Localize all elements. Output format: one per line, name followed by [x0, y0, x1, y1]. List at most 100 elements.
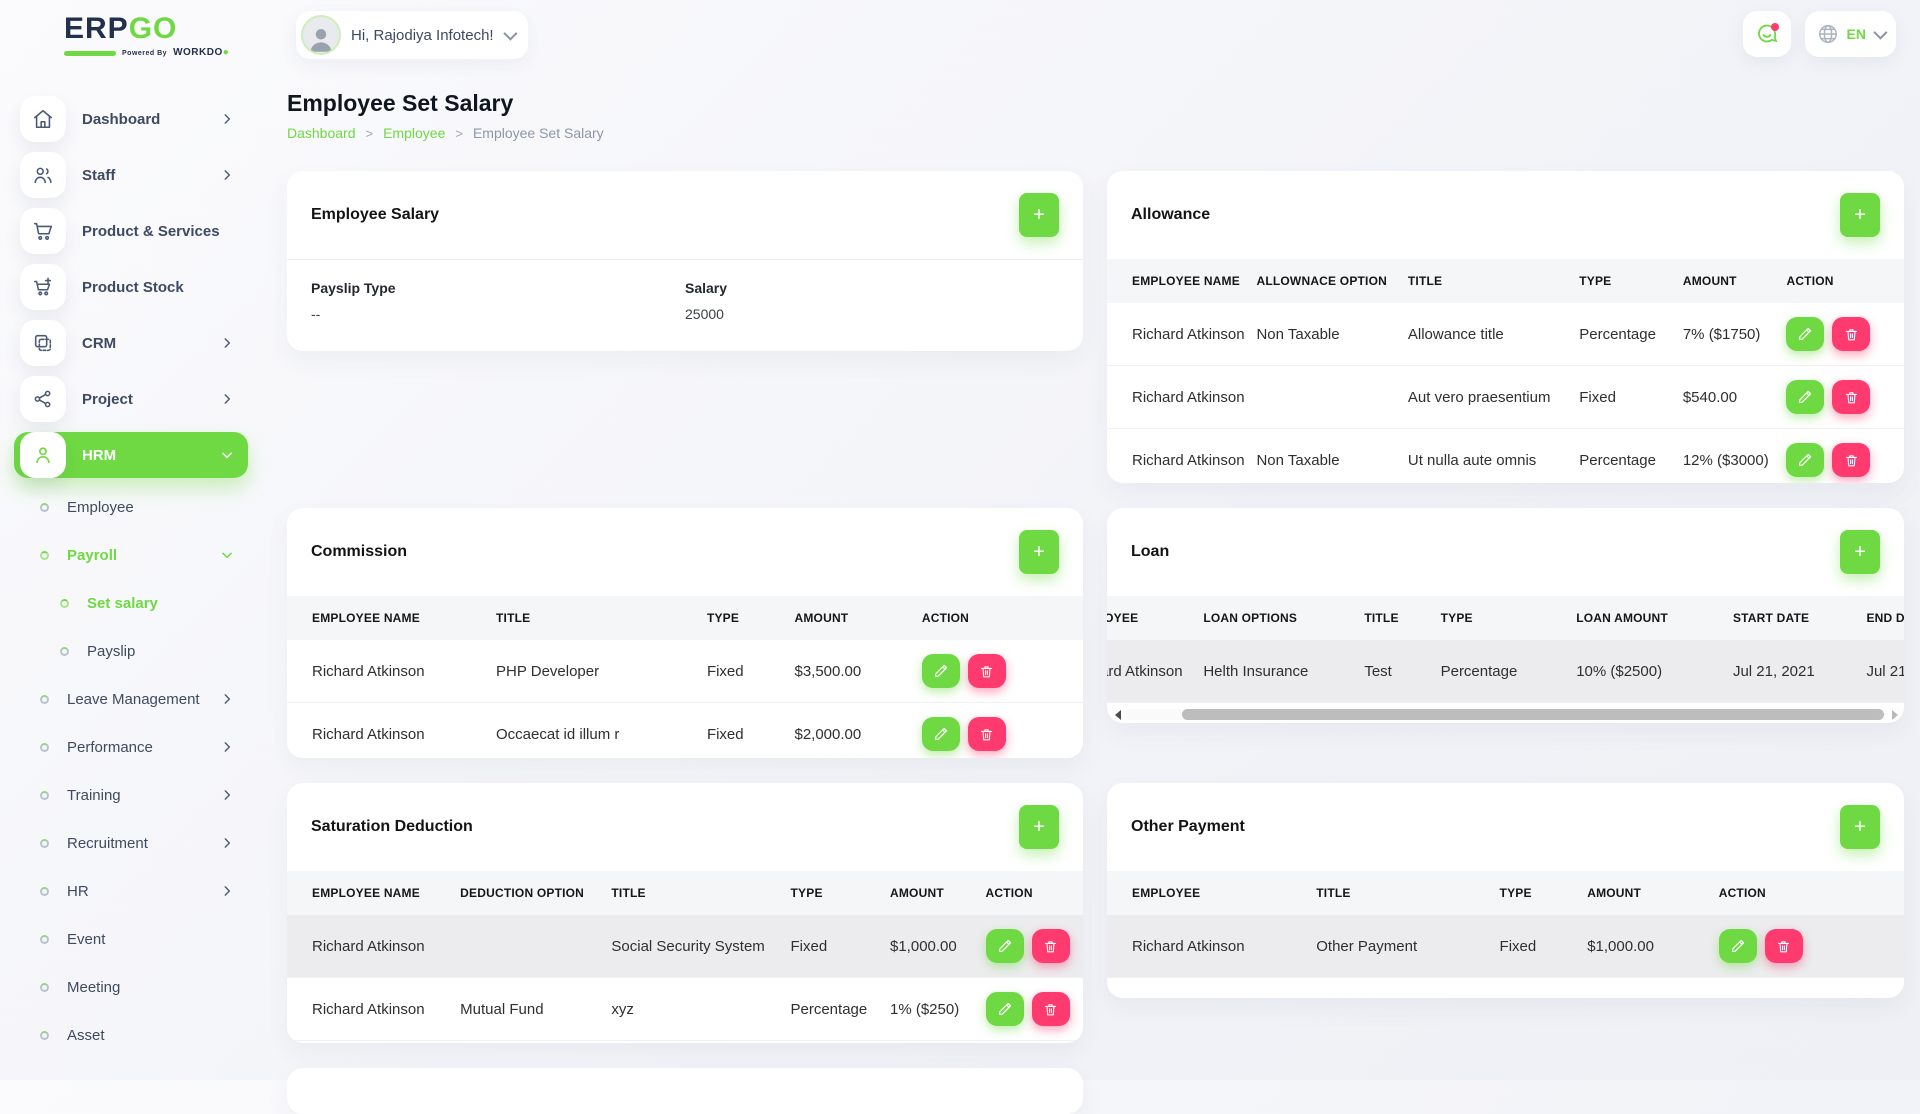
column-header-amount: AMOUNT	[1577, 871, 1709, 915]
salary-label: Salary	[685, 280, 1059, 296]
sidebar-item-product-services[interactable]: Product & Services	[14, 208, 248, 254]
chevron-right-icon	[220, 692, 234, 706]
delete-row-button[interactable]	[968, 717, 1006, 751]
edit-row-button[interactable]	[1786, 380, 1824, 414]
delete-row-button[interactable]	[1032, 929, 1070, 963]
sidebar-item-label: Event	[67, 931, 105, 948]
sidebar-item-event[interactable]: Event	[14, 920, 248, 958]
logo-workdo: WORKDO●	[173, 48, 229, 58]
user-menu[interactable]: Hi, Rajodiya Infotech!	[296, 11, 528, 59]
edit-row-button[interactable]	[986, 992, 1024, 1026]
sidebar-item-performance[interactable]: Performance	[14, 728, 248, 766]
page-title: Employee Set Salary	[287, 90, 1904, 117]
sidebar-item-product-stock[interactable]: Product Stock	[14, 264, 248, 310]
column-header-loan-options: LOAN OPTIONS	[1193, 596, 1354, 640]
scrollbar-thumb[interactable]	[1182, 709, 1884, 720]
table-cell: Social Security System	[601, 915, 780, 978]
edit-row-button[interactable]	[1786, 443, 1824, 477]
edit-row-button[interactable]	[922, 654, 960, 688]
breadcrumb-link-dashboard[interactable]: Dashboard	[287, 125, 356, 141]
table-cell	[450, 915, 601, 978]
column-header-action: ACTION	[1709, 871, 1904, 915]
messenger-button[interactable]	[1743, 11, 1791, 57]
sidebar-item-set-salary[interactable]: Set salary	[14, 584, 248, 622]
actions-cell	[976, 978, 1083, 1041]
add-saturation-deduction-button[interactable]: +	[1019, 805, 1059, 849]
sidebar-item-crm[interactable]: CRM	[14, 320, 248, 366]
bullet-icon	[40, 743, 49, 752]
sidebar-item-payslip[interactable]: Payslip	[14, 632, 248, 670]
language-selector[interactable]: EN	[1805, 11, 1896, 57]
table-cell: Fixed	[697, 703, 785, 759]
breadcrumb-link-employee[interactable]: Employee	[383, 125, 445, 141]
actions-cell	[976, 915, 1083, 978]
person-icon	[20, 432, 66, 478]
table-row: Richard AtkinsonNon TaxableUt nulla aute…	[1107, 429, 1904, 484]
scroll-right-arrow[interactable]	[1892, 710, 1898, 720]
edit-row-button[interactable]	[986, 929, 1024, 963]
sidebar-item-hr[interactable]: HR	[14, 872, 248, 910]
edit-row-button[interactable]	[1786, 317, 1824, 351]
loan-title: Loan	[1131, 543, 1169, 561]
table-cell: Richard Atkinson	[287, 703, 486, 759]
table-cell: Mutual Fund	[450, 978, 601, 1041]
add-other-payment-button[interactable]: +	[1840, 805, 1880, 849]
edit-row-button[interactable]	[922, 717, 960, 751]
copy-icon	[20, 320, 66, 366]
table-row: Richard AtkinsonHelth InsuranceTestPerce…	[1107, 640, 1904, 703]
add-commission-button[interactable]: +	[1019, 530, 1059, 574]
scrollbar-track[interactable]	[1125, 709, 1888, 720]
sidebar-item-label: Product & Services	[82, 223, 220, 240]
sidebar: Dashboard Staff Product & Services Product …	[0, 72, 262, 1080]
payslip-type-label: Payslip Type	[311, 280, 685, 296]
sidebar-item-dashboard[interactable]: Dashboard	[14, 96, 248, 142]
column-header-employee: EMPLOYEE	[1107, 871, 1306, 915]
column-header-title: TITLE	[601, 871, 780, 915]
bullet-icon	[40, 887, 49, 896]
edit-row-button[interactable]	[1719, 929, 1757, 963]
delete-row-button[interactable]	[1032, 992, 1070, 1026]
table-row: Richard AtkinsonMutual FundxyzPercentage…	[287, 978, 1083, 1041]
table-cell: Richard Atkinson	[287, 915, 450, 978]
sidebar-item-project[interactable]: Project	[14, 376, 248, 422]
add-employee-salary-button[interactable]: +	[1019, 193, 1059, 237]
sidebar-item-payroll[interactable]: Payroll	[14, 536, 248, 574]
sidebar-item-label: Leave Management	[67, 691, 200, 708]
other-payment-title: Other Payment	[1131, 818, 1245, 836]
salary-field: Salary 25000	[685, 280, 1059, 322]
bullet-icon	[60, 599, 69, 608]
delete-row-button[interactable]	[968, 654, 1006, 688]
sidebar-item-training[interactable]: Training	[14, 776, 248, 814]
table-row: Richard AtkinsonOther PaymentFixed$1,000…	[1107, 915, 1904, 978]
chevron-down-icon	[220, 548, 234, 562]
sidebar-item-staff[interactable]: Staff	[14, 152, 248, 198]
delete-row-button[interactable]	[1832, 443, 1870, 477]
sidebar-item-employee[interactable]: Employee	[14, 488, 248, 526]
add-loan-button[interactable]: +	[1840, 530, 1880, 574]
delete-row-button[interactable]	[1832, 380, 1870, 414]
sidebar-item-recruitment[interactable]: Recruitment	[14, 824, 248, 862]
table-cell: 1% ($250)	[880, 978, 976, 1041]
column-header-loan-amount: LOAN AMOUNT	[1566, 596, 1723, 640]
column-header-action: ACTION	[1776, 259, 1904, 303]
column-header-action: ACTION	[976, 871, 1083, 915]
sidebar-item-hrm[interactable]: HRM	[14, 432, 248, 478]
add-allowance-button[interactable]: +	[1840, 193, 1880, 237]
table-row: Richard AtkinsonAut vero praesentiumFixe…	[1107, 366, 1904, 429]
table-cell: 10% ($2500)	[1566, 640, 1723, 703]
sidebar-item-label: Asset	[67, 1027, 105, 1044]
sidebar-item-meeting[interactable]: Meeting	[14, 968, 248, 1006]
sidebar-item-label: HRM	[82, 447, 116, 464]
breadcrumb: Dashboard > Employee > Employee Set Sala…	[287, 125, 1904, 141]
table-cell: $3,500.00	[784, 640, 911, 703]
loan-horizontal-scrollbar	[1107, 703, 1904, 720]
table-cell: Richard Atkinson	[1107, 640, 1193, 703]
delete-row-button[interactable]	[1765, 929, 1803, 963]
sidebar-item-label: Training	[67, 787, 121, 804]
delete-row-button[interactable]	[1832, 317, 1870, 351]
sidebar-item-leave-management[interactable]: Leave Management	[14, 680, 248, 718]
sidebar-item-asset[interactable]: Asset	[14, 1016, 248, 1054]
table-cell: Fixed	[1490, 915, 1578, 978]
scroll-left-arrow[interactable]	[1115, 710, 1121, 720]
saturation-deduction-card: Saturation Deduction + EMPLOYEE NAMEDEDU…	[287, 783, 1083, 1043]
